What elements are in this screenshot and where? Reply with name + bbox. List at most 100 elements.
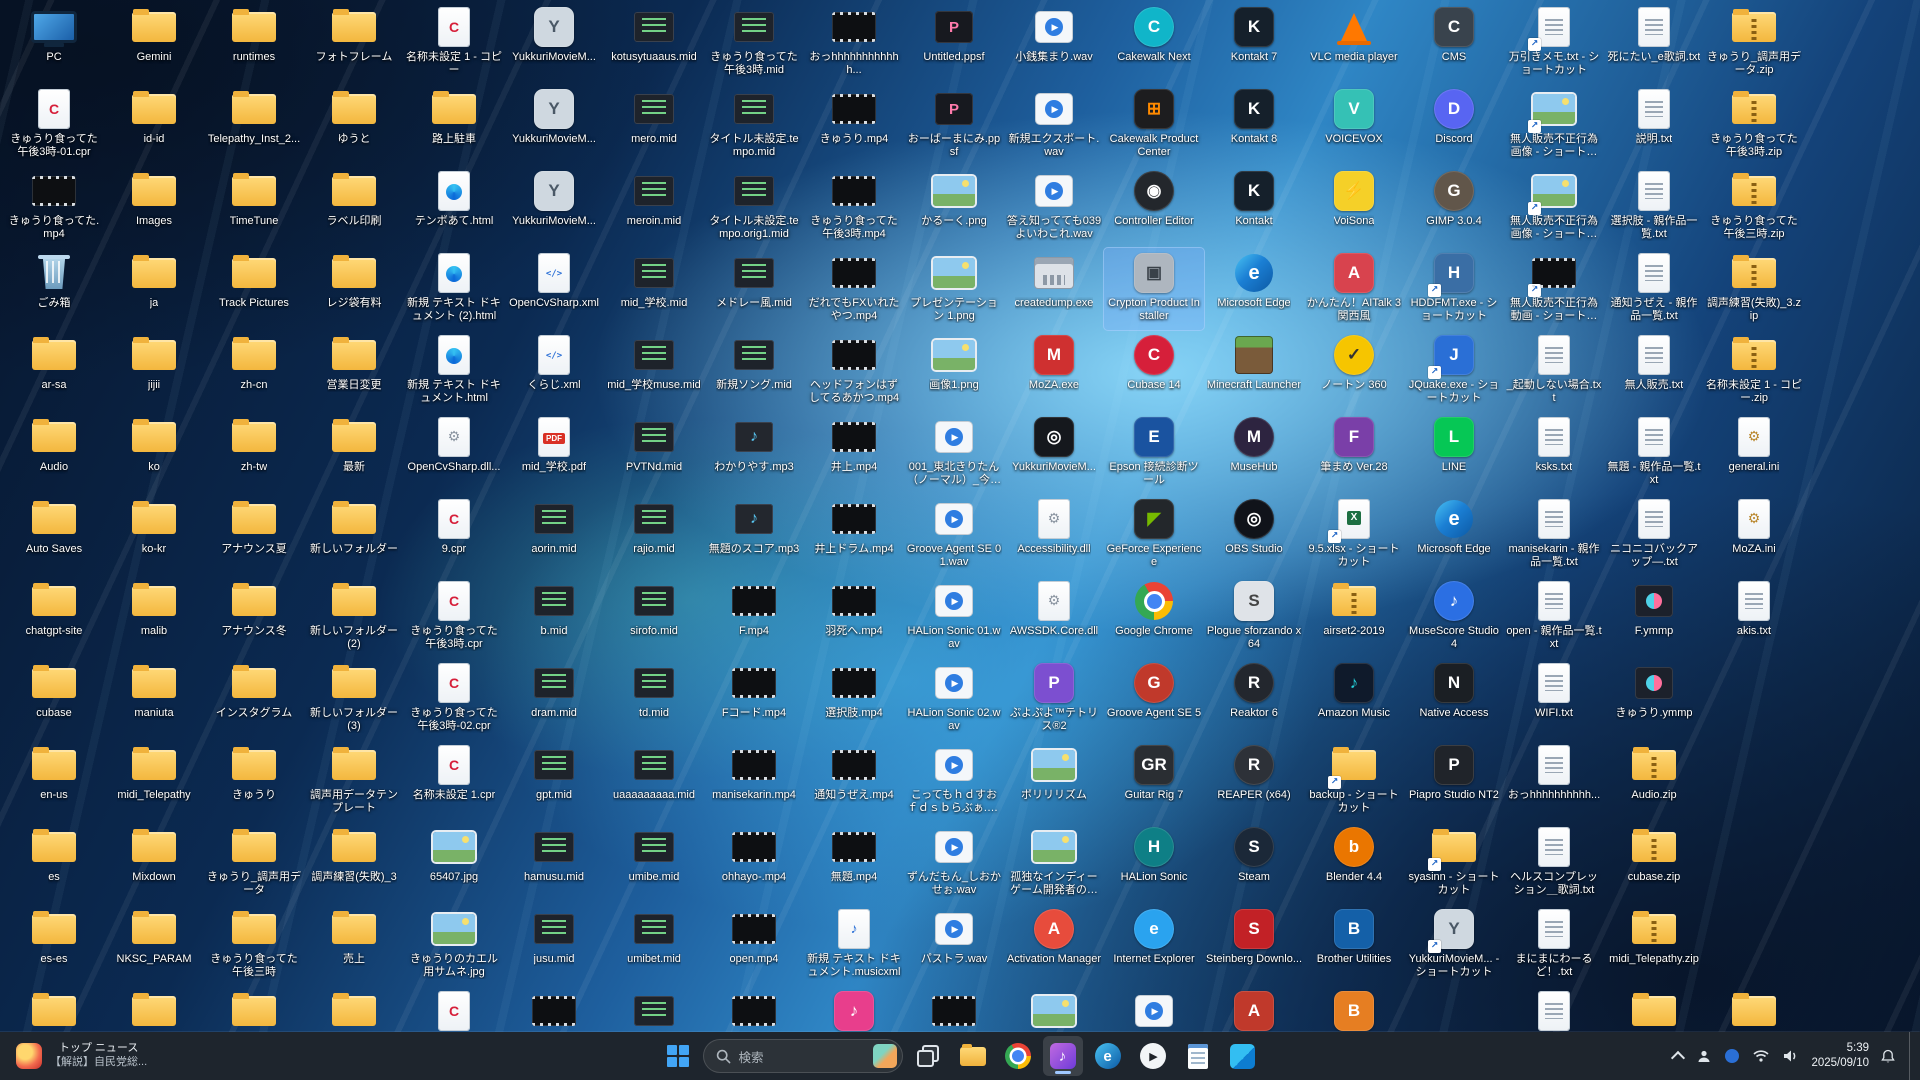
desktop-icon[interactable]: ポリリリズム <box>1004 740 1104 822</box>
desktop-icon[interactable]: cubase.zip <box>1604 822 1704 904</box>
desktop-icon[interactable]: アナウンス夏 <box>204 494 304 576</box>
desktop-icon[interactable]: きゅうりのカエル用サムネ.jpg <box>404 904 504 986</box>
desktop-icon[interactable]: e Internet Explorer <box>1104 904 1204 986</box>
desktop-icon[interactable]: ニコニコバックアップ―.txt <box>1604 494 1704 576</box>
desktop-icon[interactable]: ◉ Controller Editor <box>1104 166 1204 248</box>
desktop-icon[interactable]: メドレー風.mid <box>704 248 804 330</box>
desktop-icon[interactable]: midi_Telepathy.zip <box>1604 904 1704 986</box>
desktop-icon[interactable]: Track Pictures <box>204 248 304 330</box>
desktop-icon[interactable]: きゅうり食ってた午後3時.zip <box>1704 84 1804 166</box>
desktop-icon[interactable]: ↗無人販売不正行為画像 - ショートカッ... <box>1504 84 1604 166</box>
desktop-icon[interactable]: P Piapro Studio NT2 <box>1404 740 1504 822</box>
desktop-icon[interactable]: meroin.mid <box>604 166 704 248</box>
desktop-icon[interactable]: 無題 - 親作品一覧.txt <box>1604 412 1704 494</box>
desktop-icon[interactable]: TimeTune <box>204 166 304 248</box>
desktop-icon[interactable]: R REAPER (x64) <box>1204 740 1304 822</box>
desktop-icon[interactable]: 無題のスコア.mp3 <box>704 494 804 576</box>
desktop-icon[interactable]: C CMS <box>1404 2 1504 84</box>
desktop-icon[interactable]: OpenCvSharp.dll... <box>404 412 504 494</box>
desktop-icon[interactable]: G Groove Agent SE 5 <box>1104 658 1204 740</box>
desktop-icon[interactable]: WIFI.txt <box>1504 658 1604 740</box>
desktop-icon[interactable]: Groove Agent SE 01.wav <box>904 494 1004 576</box>
desktop-icon[interactable]: フォトフレーム <box>304 2 404 84</box>
desktop-icon[interactable]: 新規ソング.mid <box>704 330 804 412</box>
desktop-icon[interactable]: 名称未設定 1 - コピー.zip <box>1704 330 1804 412</box>
desktop-icon[interactable]: Mixdown <box>104 822 204 904</box>
desktop-icon[interactable]: Y YukkuriMovieM... <box>504 2 604 84</box>
desktop-icon[interactable]: OpenCvSharp.xml <box>504 248 604 330</box>
clock[interactable]: 5:39 2025/09/10 <box>1811 1041 1869 1071</box>
desktop-icon[interactable]: ラベル印刷 <box>304 166 404 248</box>
desktop-icon[interactable]: わかりやす.mp3 <box>704 412 804 494</box>
desktop-icon[interactable]: akis.txt <box>1704 576 1804 658</box>
desktop-icon[interactable]: ⚡ VoiSona <box>1304 166 1404 248</box>
desktop-icon[interactable] <box>204 986 304 1032</box>
desktop-icon[interactable]: 通知うぜえ - 親作品一覧.txt <box>1604 248 1704 330</box>
desktop-icon[interactable]: きゅうり食ってた午後3時.mp4 <box>804 166 904 248</box>
desktop-icon[interactable]: kotusytuaaus.mid <box>604 2 704 84</box>
desktop-icon[interactable]: 無題.mp4 <box>804 822 904 904</box>
desktop-icon[interactable] <box>4 986 104 1032</box>
code-app-button[interactable] <box>1223 1036 1263 1076</box>
desktop-icon[interactable]: ↗無人販売不正行為画像 - ショートカット <box>1504 166 1604 248</box>
desktop-icon[interactable]: D Discord <box>1404 84 1504 166</box>
desktop-icon[interactable]: K Kontakt 8 <box>1204 84 1304 166</box>
desktop-icon[interactable]: Auto Saves <box>4 494 104 576</box>
desktop-icon[interactable]: こってもｈｄすおｆｄｓｂらぶぁ.wav <box>904 740 1004 822</box>
desktop-icon[interactable]: createdump.exe <box>1004 248 1104 330</box>
desktop-icon[interactable] <box>704 986 804 1032</box>
desktop-icon[interactable]: zh-tw <box>204 412 304 494</box>
desktop-icon[interactable]: 選択肢.mp4 <box>804 658 904 740</box>
desktop-icon[interactable]: 新規 テキスト ドキュメント.html <box>404 330 504 412</box>
desktop-icon[interactable]: ↗9.5.xlsx - ショートカット <box>1304 494 1404 576</box>
desktop-icon[interactable]: アナウンス冬 <box>204 576 304 658</box>
desktop-icon[interactable]: きゅうり食ってた午後3時-01.cpr <box>4 84 104 166</box>
desktop-icon[interactable]: 新しいフォルダー (3) <box>304 658 404 740</box>
desktop-icon[interactable]: テンポあて.html <box>404 166 504 248</box>
desktop-icon[interactable]: PVTNd.mid <box>604 412 704 494</box>
desktop-icon[interactable]: くらじ.xml <box>504 330 604 412</box>
desktop-icon[interactable]: R Reaktor 6 <box>1204 658 1304 740</box>
music-app-button[interactable] <box>1042 1036 1083 1076</box>
desktop-icon[interactable]: L LINE <box>1404 412 1504 494</box>
desktop-icon[interactable]: Audio.zip <box>1604 740 1704 822</box>
desktop-icon[interactable] <box>604 986 704 1032</box>
desktop-icon[interactable]: HALion Sonic 01.wav <box>904 576 1004 658</box>
desktop-icon[interactable]: H ↗ HDDFMT.exe - ショートカット <box>1404 248 1504 330</box>
desktop-icon[interactable]: きゅうり.ymmp <box>1604 658 1704 740</box>
desktop-icon[interactable]: S Steam <box>1204 822 1304 904</box>
desktop-icon[interactable]: M MuseHub <box>1204 412 1304 494</box>
desktop-icon[interactable]: VLC media player <box>1304 2 1404 84</box>
desktop-icon[interactable]: ♪ MuseScore Studio 4 <box>1404 576 1504 658</box>
desktop-icon[interactable]: 小銭集まり.wav <box>1004 2 1104 84</box>
desktop-icon[interactable]: 新規エクスポート.wav <box>1004 84 1104 166</box>
desktop-icon[interactable]: chatgpt-site <box>4 576 104 658</box>
desktop-icon[interactable]: B <box>1304 986 1404 1032</box>
desktop-icon[interactable]: rajio.mid <box>604 494 704 576</box>
desktop-icon[interactable]: C Cubase 14 <box>1104 330 1204 412</box>
tray-chevron-button[interactable] <box>1671 1048 1686 1065</box>
desktop-icon[interactable]: K Kontakt 7 <box>1204 2 1304 84</box>
desktop-icon[interactable]: F.ymmp <box>1604 576 1704 658</box>
desktop-icon[interactable]: 新しいフォルダー <box>304 494 404 576</box>
desktop-icon[interactable]: きゅうり食ってた午後3時.cpr <box>404 576 504 658</box>
desktop-icon[interactable]: b Blender 4.4 <box>1304 822 1404 904</box>
desktop-icon[interactable]: NKSC_PARAM <box>104 904 204 986</box>
desktop-icon[interactable]: umibe.mid <box>604 822 704 904</box>
desktop-icon[interactable]: Telepathy_Inst_2... <box>204 84 304 166</box>
desktop-icon[interactable]: 説明.txt <box>1604 84 1704 166</box>
search-box[interactable]: 検索 <box>702 1039 903 1073</box>
desktop-icon[interactable]: ja <box>104 248 204 330</box>
desktop-icon[interactable]: 調声練習(失敗)_3.zip <box>1704 248 1804 330</box>
desktop-icon[interactable]: AWSSDK.Core.dll <box>1004 576 1104 658</box>
desktop-icon[interactable]: hamusu.mid <box>504 822 604 904</box>
desktop-icon[interactable]: ⊞ Cakewalk Product Center <box>1104 84 1204 166</box>
desktop-icon[interactable]: Minecraft Launcher <box>1204 330 1304 412</box>
desktop-icon[interactable]: おーばーまにみ.ppsf <box>904 84 1004 166</box>
desktop-icon[interactable]: maniuta <box>104 658 204 740</box>
desktop-icon[interactable]: Google Chrome <box>1104 576 1204 658</box>
desktop-icon[interactable] <box>104 986 204 1032</box>
task-view-button[interactable] <box>908 1036 948 1076</box>
desktop-icon[interactable]: インスタグラム <box>204 658 304 740</box>
desktop-icon[interactable]: ko-kr <box>104 494 204 576</box>
